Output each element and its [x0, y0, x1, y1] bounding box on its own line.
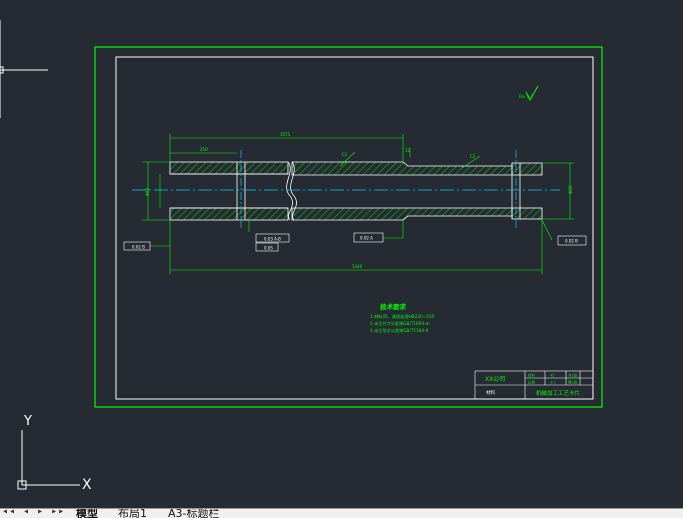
svg-text:X: X	[82, 477, 92, 493]
ucs-icon	[17, 430, 80, 490]
roughness-symbol: Ra 3.2	[519, 85, 539, 102]
drawing-frame	[115, 56, 594, 400]
svg-text:2.未注尺寸公差按GB/T1804-m: 2.未注尺寸公差按GB/T1804-m	[370, 320, 430, 327]
gdt-frame-left: 0.02 B	[123, 241, 151, 251]
svg-text:第1张: 第1张	[568, 380, 578, 385]
svg-text:0.02 A: 0.02 A	[360, 236, 373, 241]
svg-text:0.02 B: 0.02 B	[565, 239, 578, 244]
svg-text:0.05: 0.05	[264, 246, 273, 251]
svg-text:1340: 1340	[352, 264, 363, 269]
svg-text:250: 250	[200, 147, 208, 152]
ucs-labels: Y X	[23, 414, 92, 493]
gdt-frame-right: 0.02 B	[557, 235, 587, 246]
svg-text:12: 12	[405, 148, 411, 153]
svg-text:技术要求: 技术要求	[380, 302, 407, 311]
crosshair-cursor	[0, 20, 48, 118]
sheet-border	[94, 46, 603, 408]
svg-text:C1: C1	[342, 152, 348, 157]
svg-text:材料: 材料	[528, 373, 536, 378]
svg-text:Φ80: Φ80	[145, 187, 150, 196]
svg-text:共1张: 共1张	[568, 373, 578, 378]
gdt-frame-center: 0.02 A	[353, 232, 384, 243]
svg-text:XX公司: XX公司	[485, 376, 505, 383]
drawing-canvas[interactable]: Ra 3.2 1075 250 1340 Φ80 Φ60 C1 C2 12 0.…	[0, 0, 683, 508]
svg-text:0.02 B: 0.02 B	[132, 245, 145, 250]
svg-text:Φ60: Φ60	[568, 185, 573, 194]
technical-requirements: 技术要求 1.材料45，调质处理HB220~250 2.未注尺寸公差按GB/T1…	[370, 302, 434, 334]
gdt-frame-mid-b: 0.05	[255, 242, 279, 252]
svg-text:机械加工工艺卡片: 机械加工工艺卡片	[536, 389, 580, 397]
dimensions	[142, 134, 574, 274]
svg-text:材料: 材料	[486, 389, 495, 396]
svg-text:比例: 比例	[528, 380, 536, 385]
dimension-text: 1075 250 1340 Φ80 Φ60 C1 C2 12	[145, 132, 573, 269]
svg-text:45: 45	[550, 374, 554, 378]
svg-text:3.未注形位公差按GB/T1184-K: 3.未注形位公差按GB/T1184-K	[370, 327, 429, 334]
svg-text:0.03 A-B: 0.03 A-B	[264, 237, 281, 242]
svg-text:1075: 1075	[280, 132, 291, 137]
svg-text:Y: Y	[23, 414, 32, 429]
svg-text:Ra 3.2: Ra 3.2	[519, 94, 534, 100]
svg-text:C2: C2	[470, 154, 476, 159]
tab-nav-arrows[interactable]: ◂◂ ◂ ▸ ▸▸	[2, 509, 65, 517]
svg-text:1.材料45，调质处理HB220~250: 1.材料45，调质处理HB220~250	[370, 313, 434, 320]
gdt-frame-mid-a: 0.03 A-B	[255, 233, 290, 243]
svg-text:1:1: 1:1	[550, 381, 556, 385]
shaft-part	[169, 161, 543, 221]
